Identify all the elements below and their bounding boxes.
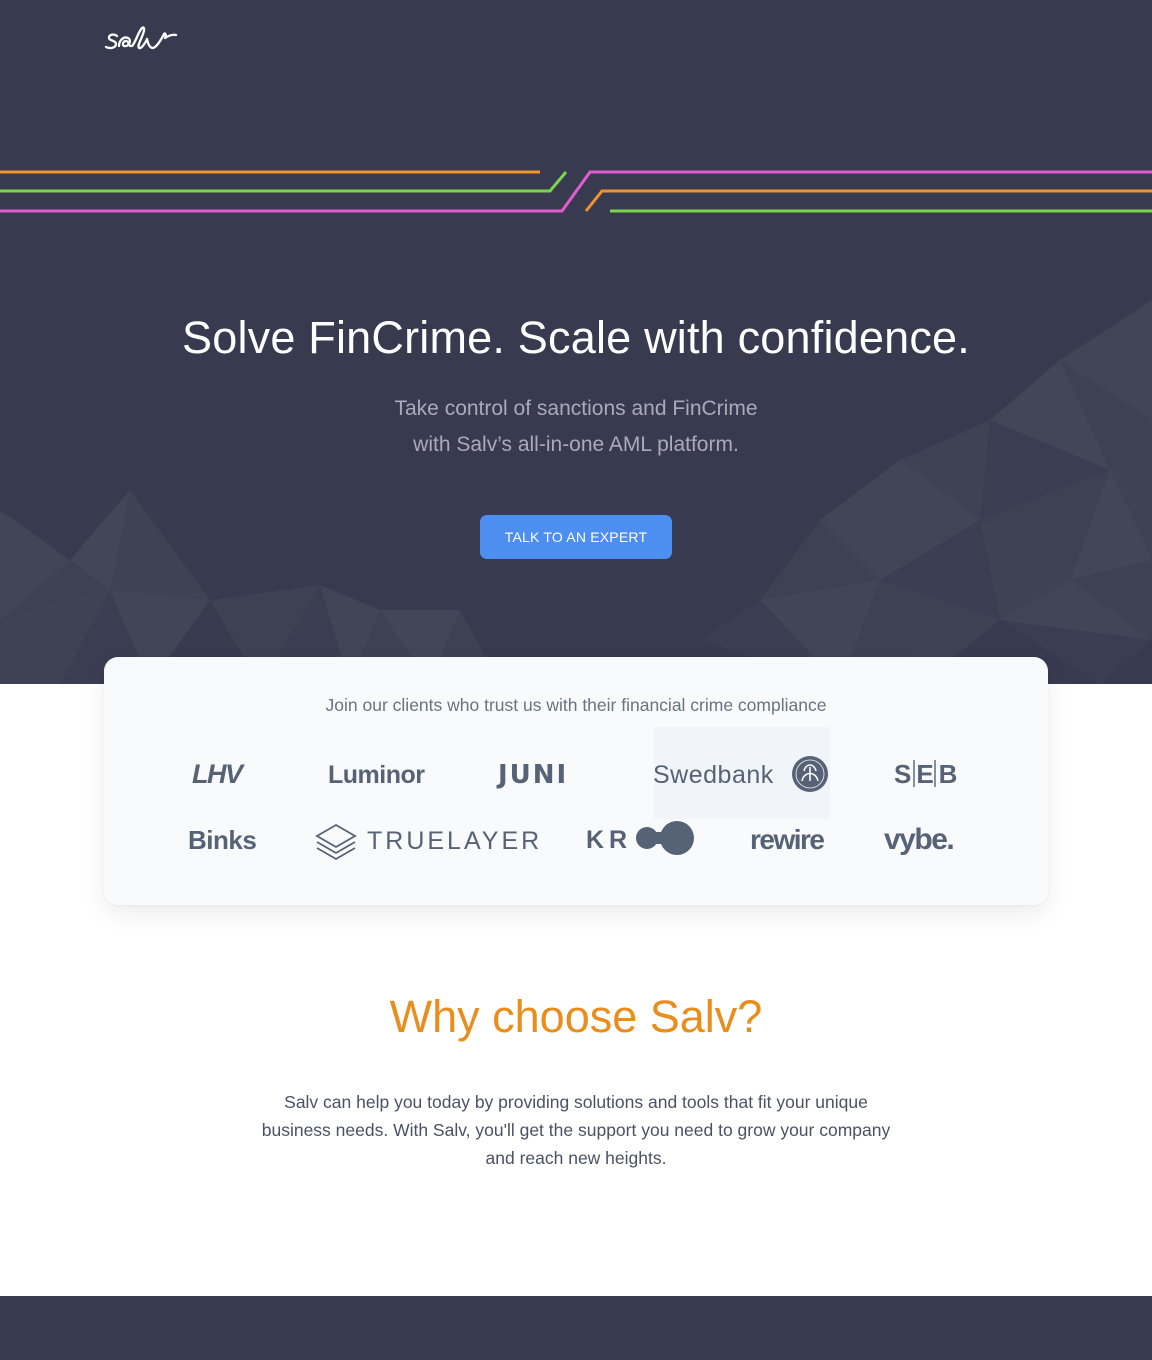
svg-text:LHV: LHV (192, 759, 245, 789)
vybe-logo: vybe. (884, 823, 955, 856)
hero-subtitle-line1: Take control of sanctions and FinCrime (394, 397, 758, 420)
hero-subtitle: Take control of sanctions and FinCrime w… (326, 391, 826, 463)
svg-text:KR: KR (586, 826, 632, 854)
truelayer-logo: TRUELAYER (315, 823, 542, 861)
why-body: Salv can help you today by providing sol… (261, 1092, 891, 1168)
seb-logo: SEB (894, 759, 962, 789)
lhv-logo: LHV (192, 759, 246, 789)
kroo-logo: KR (586, 821, 694, 855)
svg-text:Binks: Binks (188, 825, 256, 855)
juni-logo: JUNI (496, 760, 568, 790)
salv-logo[interactable] (104, 24, 178, 52)
svg-text:vybe.: vybe. (884, 823, 953, 856)
svg-text:Swedbank: Swedbank (653, 761, 774, 789)
client-logos: LHV Luminor JUNI Swedbank SEB Binks TRUE… (188, 727, 962, 861)
luminor-logo: Luminor (328, 761, 426, 789)
svg-text:rewire: rewire (750, 824, 824, 855)
binks-logo: Binks (188, 825, 257, 855)
svg-text:TRUELAYER: TRUELAYER (367, 827, 542, 855)
hero-subtitle-line2: with Salv’s all-in-one AML platform. (413, 433, 739, 456)
swedbank-logo: Swedbank (653, 727, 830, 819)
svg-text:SEB: SEB (894, 759, 962, 789)
footer-band (0, 1296, 1152, 1360)
hero-title: Solve FinCrime. Scale with confidence. (182, 312, 970, 363)
rewire-logo: rewire (750, 824, 826, 855)
why-title: Why choose Salv? (389, 991, 763, 1042)
talk-to-expert-button[interactable]: TALK TO AN EXPERT (480, 515, 672, 559)
svg-text:JUNI: JUNI (496, 760, 568, 790)
clients-card: Join our clients who trust us with their… (104, 657, 1048, 905)
decorative-lines (0, 170, 1152, 213)
svg-text:Luminor: Luminor (328, 761, 425, 789)
hero-section: Solve FinCrime. Scale with confidence. T… (0, 0, 1152, 684)
